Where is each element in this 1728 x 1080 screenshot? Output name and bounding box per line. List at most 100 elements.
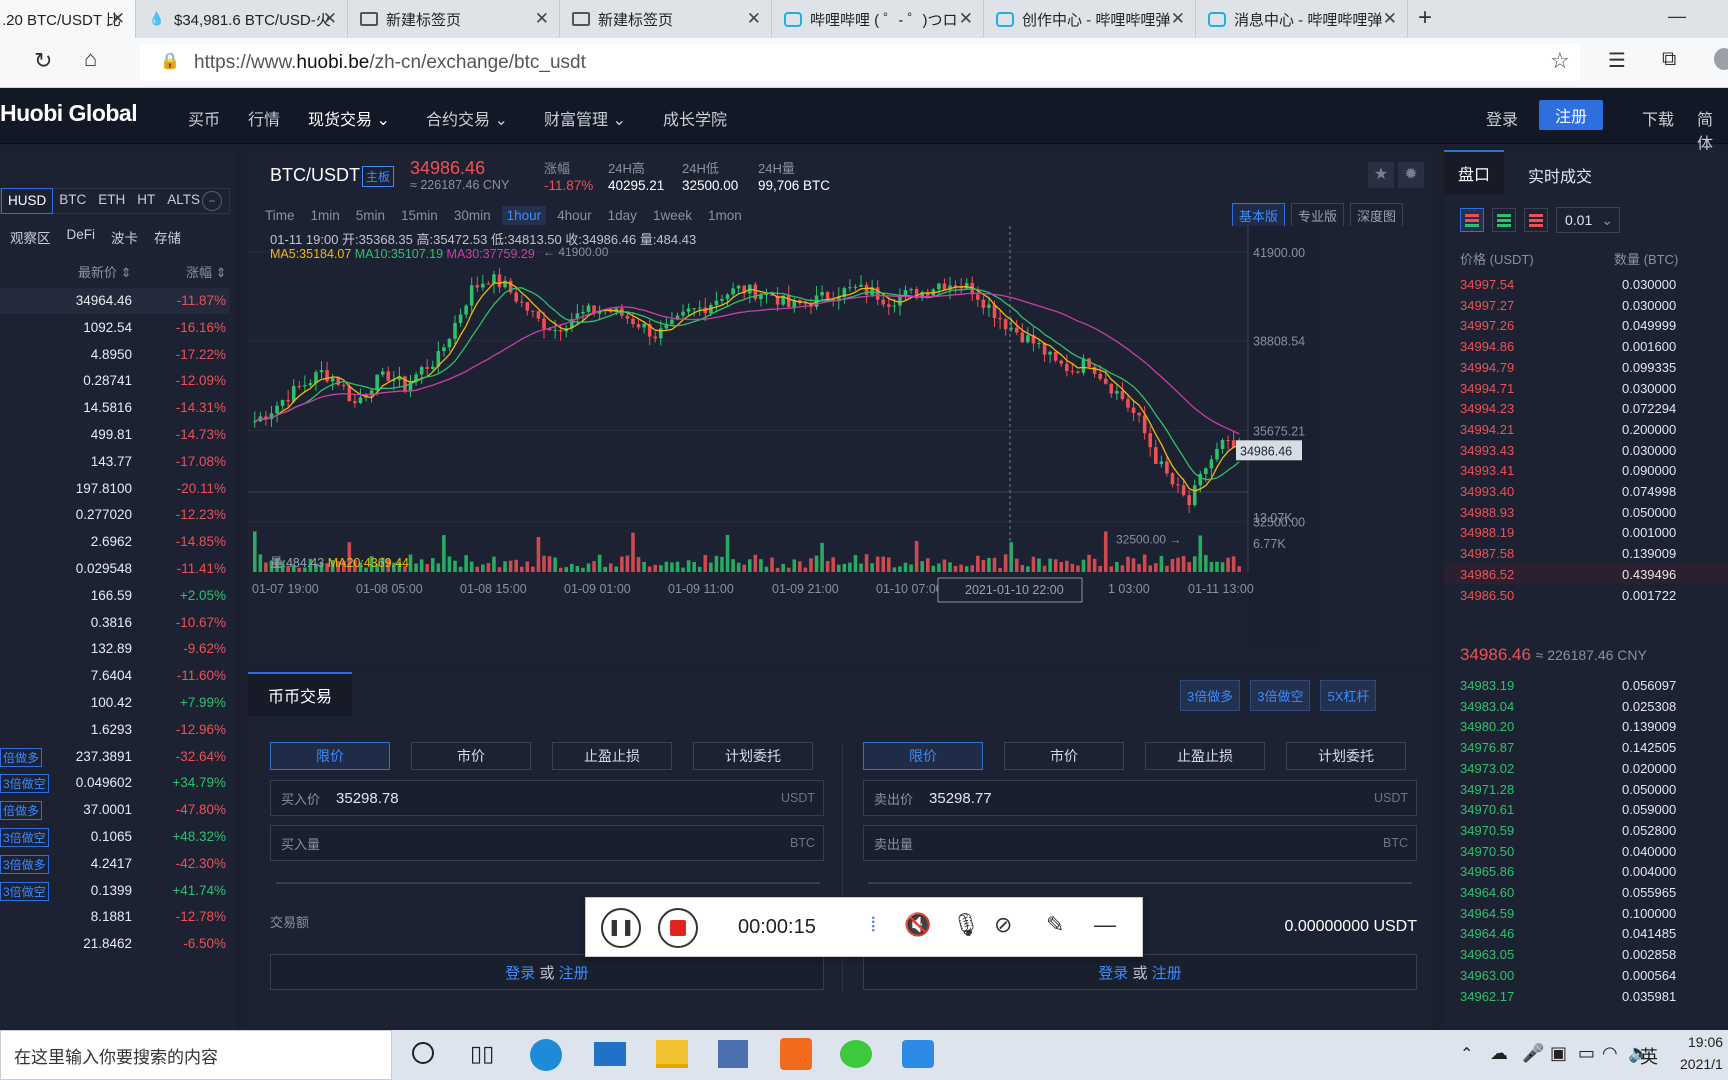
bid-row[interactable]: 34962.17 0.035981 xyxy=(1444,986,1728,1006)
interval-5min[interactable]: 5min xyxy=(351,206,390,225)
market-row[interactable]: 166.59 +2.05% xyxy=(0,583,230,609)
bid-row[interactable]: 34963.00 0.000564 xyxy=(1444,965,1728,985)
market-row[interactable]: 34964.46 -11.87% xyxy=(0,288,230,314)
new-tab-plus-icon[interactable]: + xyxy=(1418,4,1432,32)
tab-spot-trade[interactable]: 币币交易 xyxy=(248,672,352,716)
taskbar-search-input[interactable]: 在这里输入你要搜索的内容 xyxy=(0,1030,392,1080)
login-link[interactable]: 登录 xyxy=(1098,962,1128,983)
sell-price-field[interactable]: 卖出价 35298.77 USDT xyxy=(863,780,1417,816)
interval-15min[interactable]: 15min xyxy=(396,206,443,225)
asks-only-icon[interactable] xyxy=(1524,208,1548,232)
ask-row[interactable]: 34993.40 0.074998 xyxy=(1444,481,1728,501)
order-type-button[interactable]: 计划委托 xyxy=(693,742,813,770)
browser-tab[interactable]: 哔哩哔哩 ( ゜- ゜)つロ 干 ✕ xyxy=(772,0,984,38)
favorite-star-icon[interactable]: ☆ xyxy=(1550,48,1570,74)
nav-item-market[interactable]: 行情 xyxy=(248,106,280,130)
video-app-icon[interactable] xyxy=(902,1040,934,1068)
col-change-header[interactable]: 涨幅 ⇕ xyxy=(186,262,227,281)
interval-1mon[interactable]: 1mon xyxy=(703,206,747,225)
login-link[interactable]: 登录 xyxy=(505,962,535,983)
pause-icon[interactable]: ❚❚ xyxy=(601,908,641,948)
browser-tab[interactable]: .20 BTC/USDT 比 ✕ xyxy=(0,0,136,38)
buy-amount-field[interactable]: 买入量 BTC xyxy=(270,825,824,861)
bid-row[interactable]: 34964.60 0.055965 xyxy=(1444,882,1728,902)
browser-tab[interactable]: 新建标签页 ✕ xyxy=(348,0,560,38)
sub-tab[interactable]: 存储 xyxy=(154,227,181,247)
download-link[interactable]: 下载 xyxy=(1642,106,1674,130)
interval-4hour[interactable]: 4hour xyxy=(552,206,597,225)
bids-only-icon[interactable] xyxy=(1492,208,1516,232)
precision-select[interactable]: 0.01 ⌄ xyxy=(1556,207,1620,233)
bid-row[interactable]: 34965.86 0.004000 xyxy=(1444,861,1728,881)
market-row[interactable]: 3倍做空 0.049602 +34.79% xyxy=(0,770,230,796)
sell-amount-slider[interactable] xyxy=(868,882,1412,884)
close-icon[interactable]: ✕ xyxy=(111,9,125,29)
nav-item-finance[interactable]: 财富管理 ⌄ xyxy=(544,106,626,130)
market-row[interactable]: 2.6962 -14.85% xyxy=(0,529,230,555)
close-icon[interactable]: ✕ xyxy=(323,9,337,29)
task-view-icon[interactable]: ▯▯ xyxy=(470,1041,494,1067)
close-icon[interactable]: ✕ xyxy=(959,9,973,29)
leverage-button[interactable]: 3倍做空 xyxy=(1250,680,1311,711)
theme-toggle-icon[interactable]: ✹ xyxy=(1398,162,1424,188)
close-icon[interactable]: ✕ xyxy=(535,9,549,29)
market-row[interactable]: 0.029548 -11.41% xyxy=(0,556,230,582)
ask-row[interactable]: 34988.19 0.001000 xyxy=(1444,522,1728,542)
huobi-logo[interactable]: Huobi Global xyxy=(0,100,138,127)
leverage-button[interactable]: 3倍做多 xyxy=(1180,680,1241,711)
market-row[interactable]: 1.6293 -12.96% xyxy=(0,717,230,743)
minimize-icon[interactable]: — xyxy=(1094,912,1116,938)
ask-row[interactable]: 34986.50 0.001722 xyxy=(1444,585,1728,605)
ask-row[interactable]: 34993.41 0.090000 xyxy=(1444,460,1728,480)
edge-icon[interactable] xyxy=(530,1039,562,1071)
tray-app-icon[interactable]: ▣ xyxy=(1550,1043,1567,1064)
market-row[interactable]: 14.5816 -14.31% xyxy=(0,395,230,421)
both-sides-icon[interactable] xyxy=(1460,208,1484,232)
tray-chevron-icon[interactable]: ⌃ xyxy=(1460,1044,1473,1064)
nav-item-spot[interactable]: 现货交易 ⌄ xyxy=(308,106,390,130)
col-price-header[interactable]: 最新价 ⇕ xyxy=(78,262,132,281)
market-row[interactable]: 0.28741 -12.09% xyxy=(0,368,230,394)
interval-1day[interactable]: 1day xyxy=(603,206,642,225)
bid-row[interactable]: 34970.61 0.059000 xyxy=(1444,799,1728,819)
close-icon[interactable]: ✕ xyxy=(1171,9,1185,29)
bid-row[interactable]: 34964.46 0.041485 xyxy=(1444,923,1728,943)
sub-tab[interactable]: 观察区 xyxy=(10,227,51,247)
market-row[interactable]: 143.77 -17.08% xyxy=(0,449,230,475)
register-link[interactable]: 注册 xyxy=(559,962,589,983)
file-explorer-icon[interactable] xyxy=(656,1040,688,1068)
market-row[interactable]: 0.277020 -12.23% xyxy=(0,502,230,528)
stop-icon[interactable] xyxy=(658,908,698,948)
interval-1hour[interactable]: 1hour xyxy=(501,206,547,225)
camera-off-icon[interactable]: ⊘ xyxy=(994,912,1012,938)
ask-row[interactable]: 34997.26 0.049999 xyxy=(1444,315,1728,335)
market-row[interactable]: 0.3816 -10.67% xyxy=(0,610,230,636)
clock-date[interactable]: 2021/1 xyxy=(1680,1056,1723,1072)
market-row[interactable]: 3倍做空 0.1399 +41.74% xyxy=(0,878,230,904)
browser-tab[interactable]: 创作中心 - 哔哩哔哩弹 ✕ xyxy=(984,0,1196,38)
nav-item-contract[interactable]: 合约交易 ⌄ xyxy=(426,106,508,130)
market-row[interactable]: 1092.54 -16.16% xyxy=(0,315,230,341)
favorites-list-icon[interactable]: ☰ xyxy=(1608,48,1626,73)
tab-trades[interactable]: 实时成交 xyxy=(1528,163,1592,187)
market-row[interactable]: 倍做多 37.0001 -47.80% xyxy=(0,797,230,823)
nav-item-academy[interactable]: 成长学院 xyxy=(663,106,727,130)
ask-row[interactable]: 34994.86 0.001600 xyxy=(1444,336,1728,356)
register-button[interactable]: 注册 xyxy=(1539,100,1603,130)
view-switch-button[interactable]: 深度图 xyxy=(1350,203,1404,228)
network-app-icon[interactable] xyxy=(718,1040,748,1068)
wechat-icon[interactable] xyxy=(840,1040,872,1068)
collapse-icon[interactable]: − xyxy=(202,191,222,211)
order-type-button[interactable]: 止盈止损 xyxy=(1145,742,1265,770)
ask-row[interactable]: 34987.58 0.139009 xyxy=(1444,543,1728,563)
bid-row[interactable]: 34970.59 0.052800 xyxy=(1444,820,1728,840)
close-icon[interactable]: ✕ xyxy=(1383,9,1397,29)
market-row[interactable]: 倍做多 237.3891 -32.64% xyxy=(0,744,230,770)
market-row[interactable]: 499.81 -14.73% xyxy=(0,422,230,448)
buy-amount-slider[interactable] xyxy=(276,882,820,884)
bid-row[interactable]: 34983.04 0.025308 xyxy=(1444,696,1728,716)
speaker-muted-icon[interactable]: 🔇 xyxy=(904,912,931,938)
market-row[interactable]: 100.42 +7.99% xyxy=(0,690,230,716)
home-icon[interactable]: ⌂ xyxy=(84,46,97,72)
mail-icon[interactable] xyxy=(594,1042,626,1066)
